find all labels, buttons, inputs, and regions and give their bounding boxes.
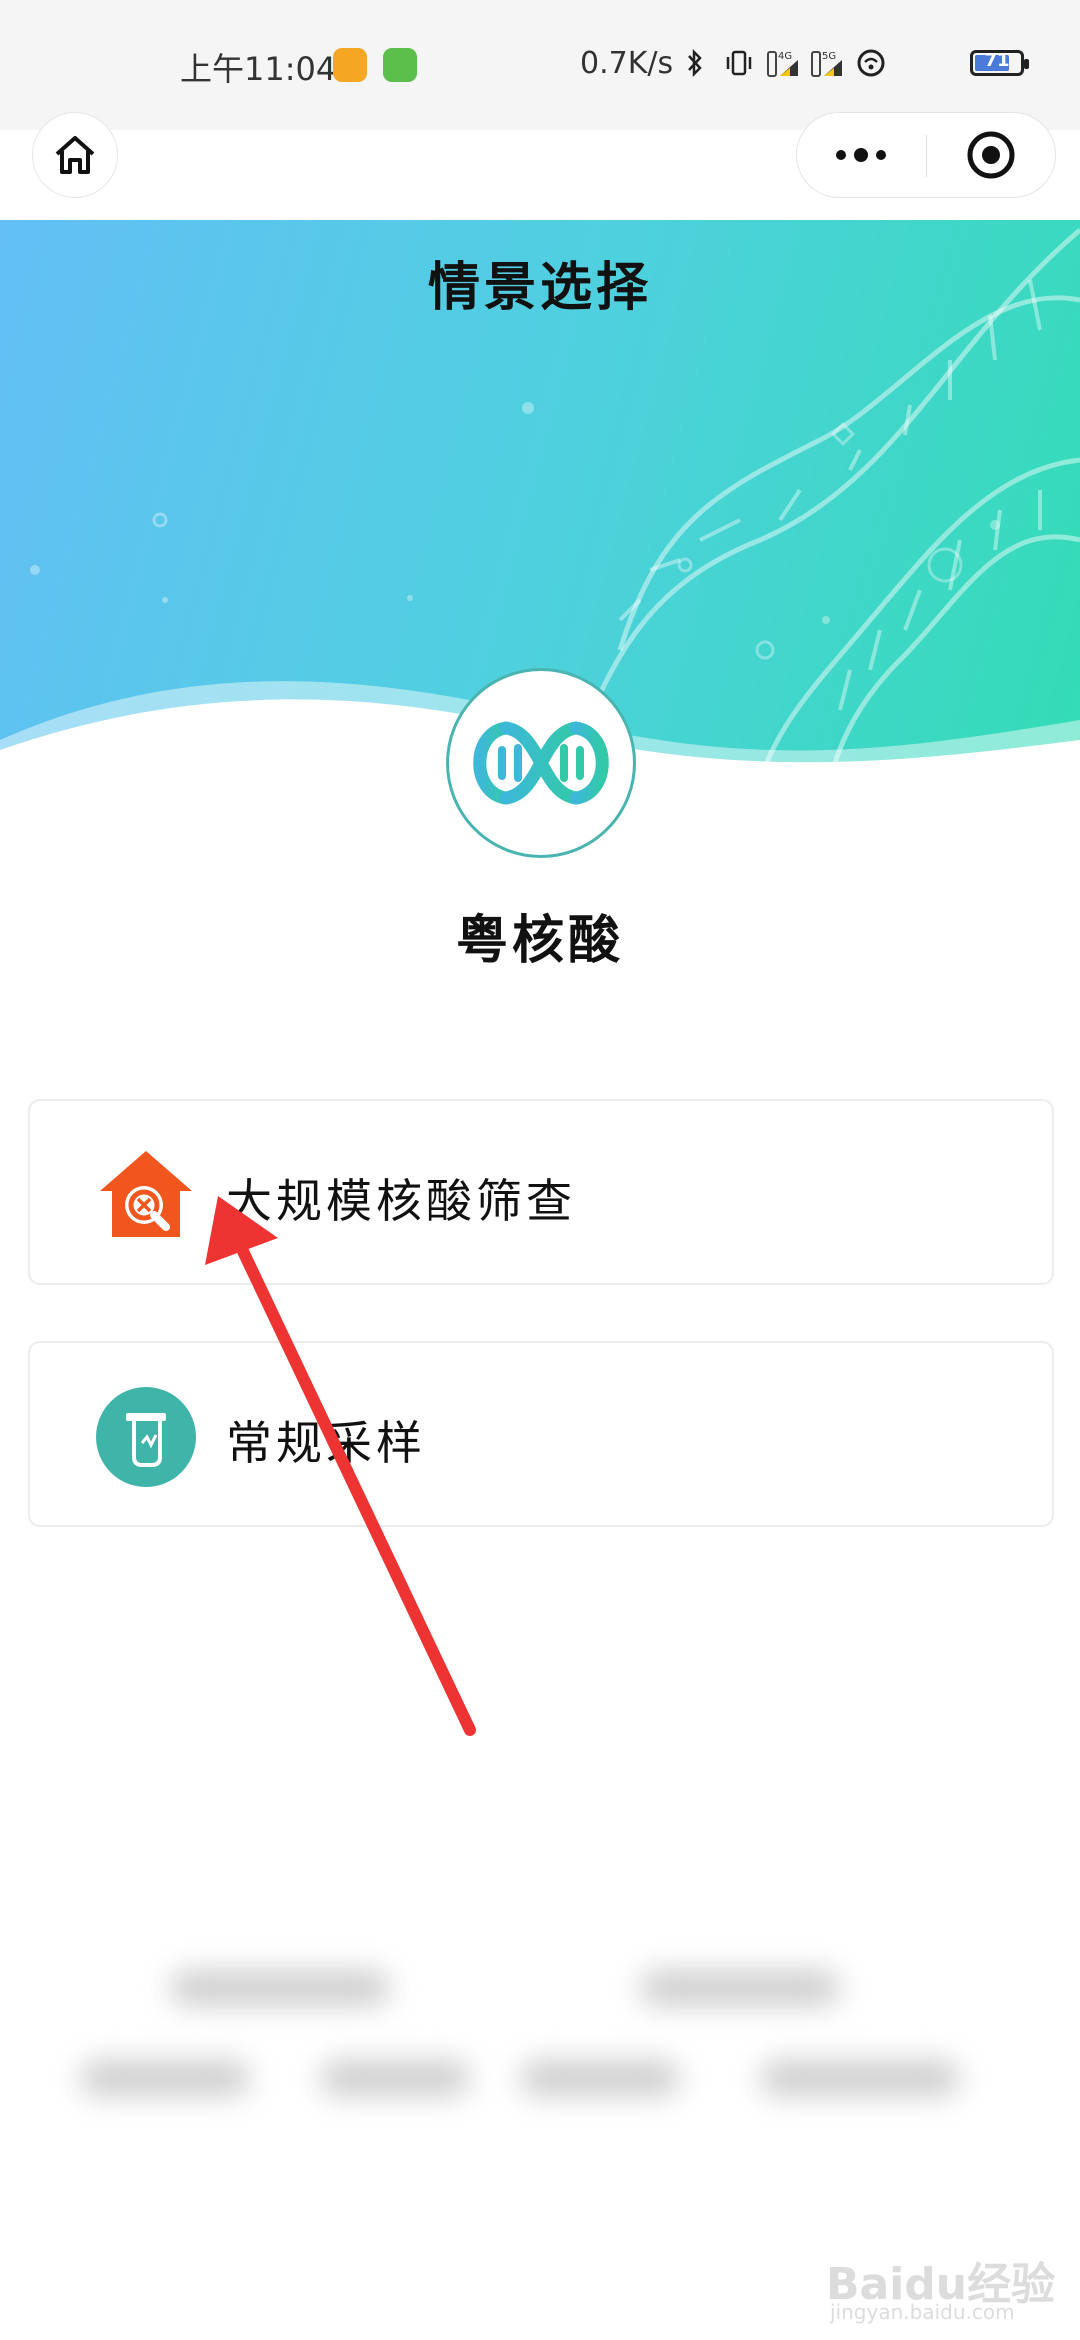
app-name: 粤核酸: [455, 911, 624, 971]
dna-logo-icon: [473, 721, 609, 805]
signal-5g-icon: 5G: [811, 51, 842, 77]
home-icon: [55, 136, 95, 174]
house-search-icon: [94, 1143, 198, 1247]
option-label: 常规采样: [226, 1416, 426, 1470]
app-logo: [446, 668, 636, 858]
notification-app-icon: [333, 48, 367, 82]
option-mass-screening[interactable]: 大规模核酸筛查: [28, 1099, 1054, 1285]
page-title: 情景选择: [427, 258, 652, 318]
wifi-icon: [857, 49, 885, 77]
test-tube-icon: [94, 1385, 198, 1489]
target-close-icon: [967, 131, 1015, 179]
home-button[interactable]: [32, 112, 118, 198]
signal-4g-icon: 4G: [767, 51, 798, 77]
blurred-footer: [80, 1940, 1000, 2150]
more-button[interactable]: [797, 113, 925, 197]
bluetooth-icon: [688, 48, 702, 78]
mini-program-capsule: [796, 112, 1056, 198]
vibrate-icon: [726, 50, 752, 76]
network-4g-label: 4G: [778, 51, 792, 62]
notification-app-icon: [383, 48, 417, 82]
network-5g-label: 5G: [822, 51, 836, 62]
battery-icon: 71: [970, 50, 1029, 76]
baidu-watermark-url: jingyan.baidu.com: [830, 2300, 1015, 2324]
option-routine-sampling[interactable]: 常规采样: [28, 1341, 1054, 1527]
battery-level: 71: [984, 50, 1010, 71]
status-bar: 上午11:04 0.7K/s 4G 5G 71: [0, 0, 1080, 130]
status-icons: 4G 5G: [678, 48, 888, 78]
status-time: 上午11:04: [180, 50, 337, 88]
more-dots-icon: [836, 148, 886, 162]
option-label: 大规模核酸筛查: [226, 1174, 576, 1228]
network-speed: 0.7K/s: [580, 46, 674, 81]
close-button[interactable]: [927, 113, 1055, 197]
